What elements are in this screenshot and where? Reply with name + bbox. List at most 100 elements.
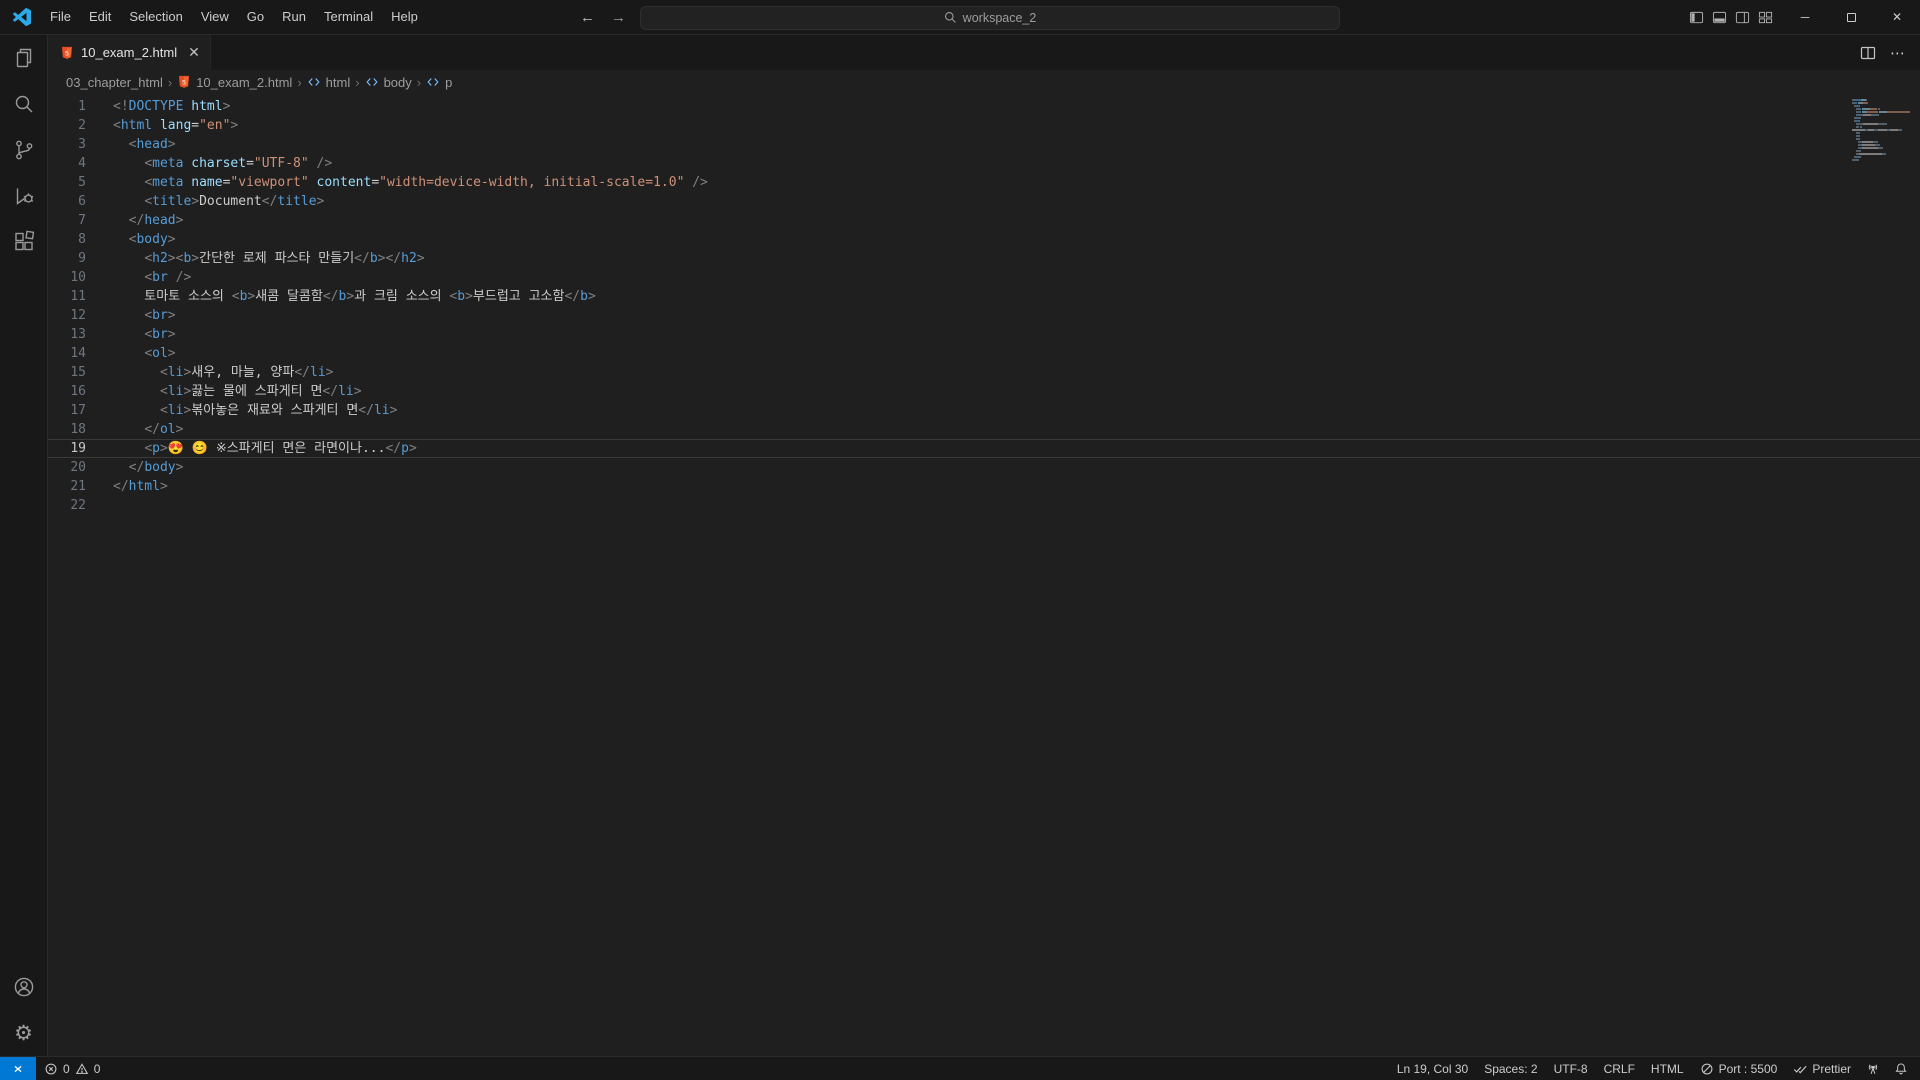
status-encoding[interactable]: UTF-8: [1546, 1057, 1596, 1080]
menu-terminal[interactable]: Terminal: [315, 5, 382, 29]
code-line[interactable]: 14 <ol>: [48, 344, 1920, 363]
code-line[interactable]: 10 <br />: [48, 268, 1920, 287]
code-line[interactable]: 16 <li>끓는 물에 스파게티 면</li>: [48, 382, 1920, 401]
menu-help[interactable]: Help: [382, 5, 427, 29]
command-center-search[interactable]: workspace_2: [640, 6, 1340, 30]
status-prettier[interactable]: Prettier: [1785, 1057, 1859, 1080]
status-language-mode[interactable]: HTML: [1643, 1057, 1692, 1080]
code-line[interactable]: 3 <head>: [48, 135, 1920, 154]
code-line[interactable]: 20 </body>: [48, 458, 1920, 477]
back-arrow-icon[interactable]: ←: [580, 9, 595, 26]
settings-gear-icon[interactable]: ⚙: [0, 1010, 48, 1056]
breadcrumb-item-body[interactable]: body: [365, 75, 412, 90]
code-text: <br>: [86, 325, 176, 344]
toggle-secondary-sidebar-icon[interactable]: [1734, 9, 1751, 26]
history-navigation: ← →: [580, 9, 626, 26]
explorer-icon[interactable]: [0, 35, 48, 81]
code-line[interactable]: 5 <meta name="viewport" content="width=d…: [48, 173, 1920, 192]
menu-go[interactable]: Go: [238, 5, 273, 29]
code-line[interactable]: 9 <h2><b>간단한 로제 파스타 만들기</b></h2>: [48, 249, 1920, 268]
code-text: <ol>: [86, 344, 176, 363]
menu-view[interactable]: View: [192, 5, 238, 29]
split-editor-icon[interactable]: [1860, 45, 1876, 61]
svg-text:5: 5: [182, 79, 186, 86]
customize-layout-icon[interactable]: [1757, 9, 1774, 26]
minimize-button[interactable]: ─: [1782, 0, 1828, 35]
code-line[interactable]: 7 </head>: [48, 211, 1920, 230]
code-line[interactable]: 15 <li>새우, 마늘, 양파</li>: [48, 363, 1920, 382]
code-line[interactable]: 22: [48, 496, 1920, 515]
status-eol[interactable]: CRLF: [1596, 1057, 1643, 1080]
line-number: 13: [48, 325, 86, 344]
menu-selection[interactable]: Selection: [120, 5, 191, 29]
line-number: 17: [48, 401, 86, 420]
tab-close-icon[interactable]: ✕: [188, 44, 200, 61]
minimap[interactable]: [1852, 99, 1910, 165]
notifications[interactable]: [1887, 1057, 1920, 1080]
line-number: 14: [48, 344, 86, 363]
toggle-panel-icon[interactable]: [1711, 9, 1728, 26]
accounts-icon[interactable]: [0, 964, 48, 1010]
search-sidebar-icon[interactable]: [0, 81, 48, 127]
source-control-icon[interactable]: [0, 127, 48, 173]
svg-text:5: 5: [65, 50, 69, 57]
line-number: 10: [48, 268, 86, 287]
tab-bar: 5 10_exam_2.html ✕ ⋯: [48, 35, 1920, 70]
run-debug-icon[interactable]: [0, 173, 48, 219]
code-text: <!DOCTYPE html>: [86, 97, 230, 116]
chevron-right-icon: ›: [355, 75, 359, 90]
extensions-icon[interactable]: [0, 219, 48, 265]
code-line[interactable]: 8 <body>: [48, 230, 1920, 249]
breadcrumb-item-10-exam-2-html[interactable]: 510_exam_2.html: [177, 75, 292, 90]
tab-10-exam-2[interactable]: 5 10_exam_2.html ✕: [48, 35, 211, 70]
more-actions-icon[interactable]: ⋯: [1890, 44, 1906, 62]
code-line[interactable]: 2<html lang="en">: [48, 116, 1920, 135]
line-number: 11: [48, 287, 86, 306]
status-live-server-port[interactable]: Port : 5500: [1692, 1057, 1786, 1080]
title-bar: FileEditSelectionViewGoRunTerminalHelp ←…: [0, 0, 1920, 35]
menu-bar: FileEditSelectionViewGoRunTerminalHelp: [41, 0, 427, 34]
code-line[interactable]: 4 <meta charset="UTF-8" />: [48, 154, 1920, 173]
line-number: 4: [48, 154, 86, 173]
live-server-broadcast[interactable]: [1859, 1057, 1887, 1080]
menu-edit[interactable]: Edit: [80, 5, 120, 29]
layout-controls: [1688, 9, 1774, 26]
code-text: <body>: [86, 230, 176, 249]
breadcrumb-item-html[interactable]: html: [307, 75, 351, 90]
maximize-button[interactable]: [1828, 0, 1874, 35]
line-number: 2: [48, 116, 86, 135]
code-line[interactable]: 1<!DOCTYPE html>: [48, 97, 1920, 116]
code-line[interactable]: 18 </ol>: [48, 420, 1920, 439]
breadcrumb-item-03-chapter-html[interactable]: 03_chapter_html: [66, 75, 163, 90]
code-editor[interactable]: 1<!DOCTYPE html>2<html lang="en">3 <head…: [48, 94, 1920, 1056]
status-cursor-position[interactable]: Ln 19, Col 30: [1389, 1057, 1476, 1080]
problems-status[interactable]: 0 0: [36, 1057, 108, 1080]
line-number: 7: [48, 211, 86, 230]
double-check-icon: [1793, 1062, 1807, 1076]
line-number: 12: [48, 306, 86, 325]
toggle-sidebar-icon[interactable]: [1688, 9, 1705, 26]
search-value: workspace_2: [963, 11, 1037, 25]
forward-arrow-icon[interactable]: →: [611, 9, 626, 26]
code-line[interactable]: 12 <br>: [48, 306, 1920, 325]
search-icon: [944, 11, 957, 24]
code-line[interactable]: 17 <li>볶아놓은 재료와 스파게티 면</li>: [48, 401, 1920, 420]
menu-run[interactable]: Run: [273, 5, 315, 29]
code-line[interactable]: 21</html>: [48, 477, 1920, 496]
status-bar: 0 0 Ln 19, Col 30Spaces: 2UTF-8CRLFHTMLP…: [0, 1056, 1920, 1080]
code-line[interactable]: 13 <br>: [48, 325, 1920, 344]
status-indentation[interactable]: Spaces: 2: [1476, 1057, 1545, 1080]
code-line[interactable]: 11 토마토 소스의 <b>새콤 달콤함</b>과 크림 소스의 <b>부드럽고…: [48, 287, 1920, 306]
code-line[interactable]: 19 <p>😍 😊 ※스파게티 면은 라면이나...</p>: [48, 439, 1920, 458]
code-line[interactable]: 6 <title>Document</title>: [48, 192, 1920, 211]
remote-indicator[interactable]: [0, 1057, 36, 1080]
line-number: 6: [48, 192, 86, 211]
circle-slash-icon: [1700, 1062, 1714, 1076]
line-number: 16: [48, 382, 86, 401]
menu-file[interactable]: File: [41, 5, 80, 29]
tag-symbol-icon: [426, 75, 440, 89]
line-number: 8: [48, 230, 86, 249]
breadcrumb-item-p[interactable]: p: [426, 75, 452, 90]
close-button[interactable]: ✕: [1874, 0, 1920, 35]
html-file-icon: 5: [60, 46, 74, 60]
